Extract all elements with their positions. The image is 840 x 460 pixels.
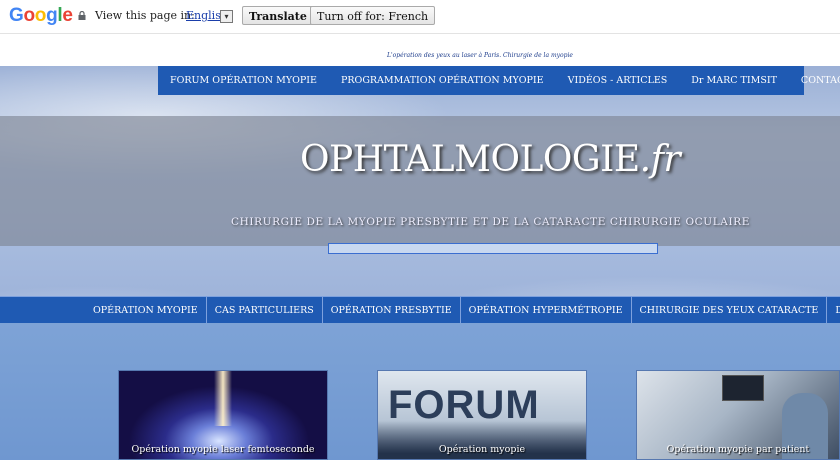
nav-operation-hypermetropie[interactable]: OPÉRATION HYPERMÉTROPIE <box>461 297 632 324</box>
logo-letter: G <box>9 5 24 26</box>
card-forum[interactable]: FORUM Opération myopie <box>377 370 587 460</box>
logo-letter: e <box>62 5 73 26</box>
card-caption: Opération myopie laser femtoseconde <box>131 444 315 455</box>
card-laser[interactable]: Opération myopie laser femtoseconde <box>118 370 328 460</box>
top-nav-contact[interactable]: CONTACT <box>789 66 840 95</box>
google-logo: Google <box>9 5 73 27</box>
nav-operation-presbytie[interactable]: OPÉRATION PRESBYTIE <box>323 297 461 324</box>
logo-letter: o <box>23 5 35 26</box>
lock-icon <box>78 11 86 20</box>
content-area: Opération myopie laser femtoseconde FORU… <box>0 323 840 460</box>
card-caption: Opération myopie par patient <box>666 444 810 455</box>
translate-button[interactable]: Translate <box>242 6 314 25</box>
monitor-image <box>722 375 764 401</box>
top-nav: FORUM OPÉRATION MYOPIE PROGRAMMATION OPÉ… <box>158 66 840 95</box>
nav-operation-myopie[interactable]: OPÉRATION MYOPIE <box>85 297 207 324</box>
top-nav-videos[interactable]: VIDÉOS - ARTICLES <box>556 66 680 95</box>
language-dropdown-icon[interactable]: ▾ <box>220 10 233 23</box>
nav-chirurgie-cataracte[interactable]: CHIRURGIE DES YEUX CATARACTE <box>632 297 828 324</box>
tagline-text: L'opération des yeux au laser à Paris. C… <box>387 52 573 59</box>
top-nav-programmation[interactable]: PROGRAMMATION OPÉRATION MYOPIE <box>329 66 556 95</box>
site-subtitle: CHIRURGIE DE LA MYOPIE PRESBYTIE ET DE L… <box>231 216 751 228</box>
card-caption: Opération myopie <box>438 444 526 455</box>
translate-bar: Google View this page in: English ▾ Tran… <box>0 0 840 34</box>
logo-letter: g <box>46 5 58 26</box>
nav-cas-particuliers[interactable]: CAS PARTICULIERS <box>207 297 323 324</box>
site-title-main: OPHTALMOLOGIE <box>300 139 640 180</box>
top-nav-forum[interactable]: FORUM OPÉRATION MYOPIE <box>158 66 329 95</box>
turn-off-button[interactable]: Turn off for: French <box>310 6 436 25</box>
view-page-label: View this page in: <box>95 9 195 22</box>
nav-defauts[interactable]: DÉFAUTS DE LA <box>827 297 840 324</box>
site-title[interactable]: OPHTALMOLOGIE.fr <box>300 139 681 180</box>
card-patient[interactable]: Opération myopie par patient <box>636 370 840 460</box>
search-input[interactable] <box>328 243 658 254</box>
laser-beam-image <box>214 371 232 426</box>
site-title-ext: .fr <box>639 139 681 180</box>
main-nav: OPÉRATION MYOPIE CAS PARTICULIERS OPÉRAT… <box>0 296 840 324</box>
top-nav-doctor[interactable]: Dr MARC TIMSIT <box>679 66 789 95</box>
header-banner: FORUM OPÉRATION MYOPIE PROGRAMMATION OPÉ… <box>0 66 840 296</box>
logo-letter: o <box>34 5 47 26</box>
page-tagline: L'opération des yeux au laser à Paris. C… <box>0 52 840 59</box>
